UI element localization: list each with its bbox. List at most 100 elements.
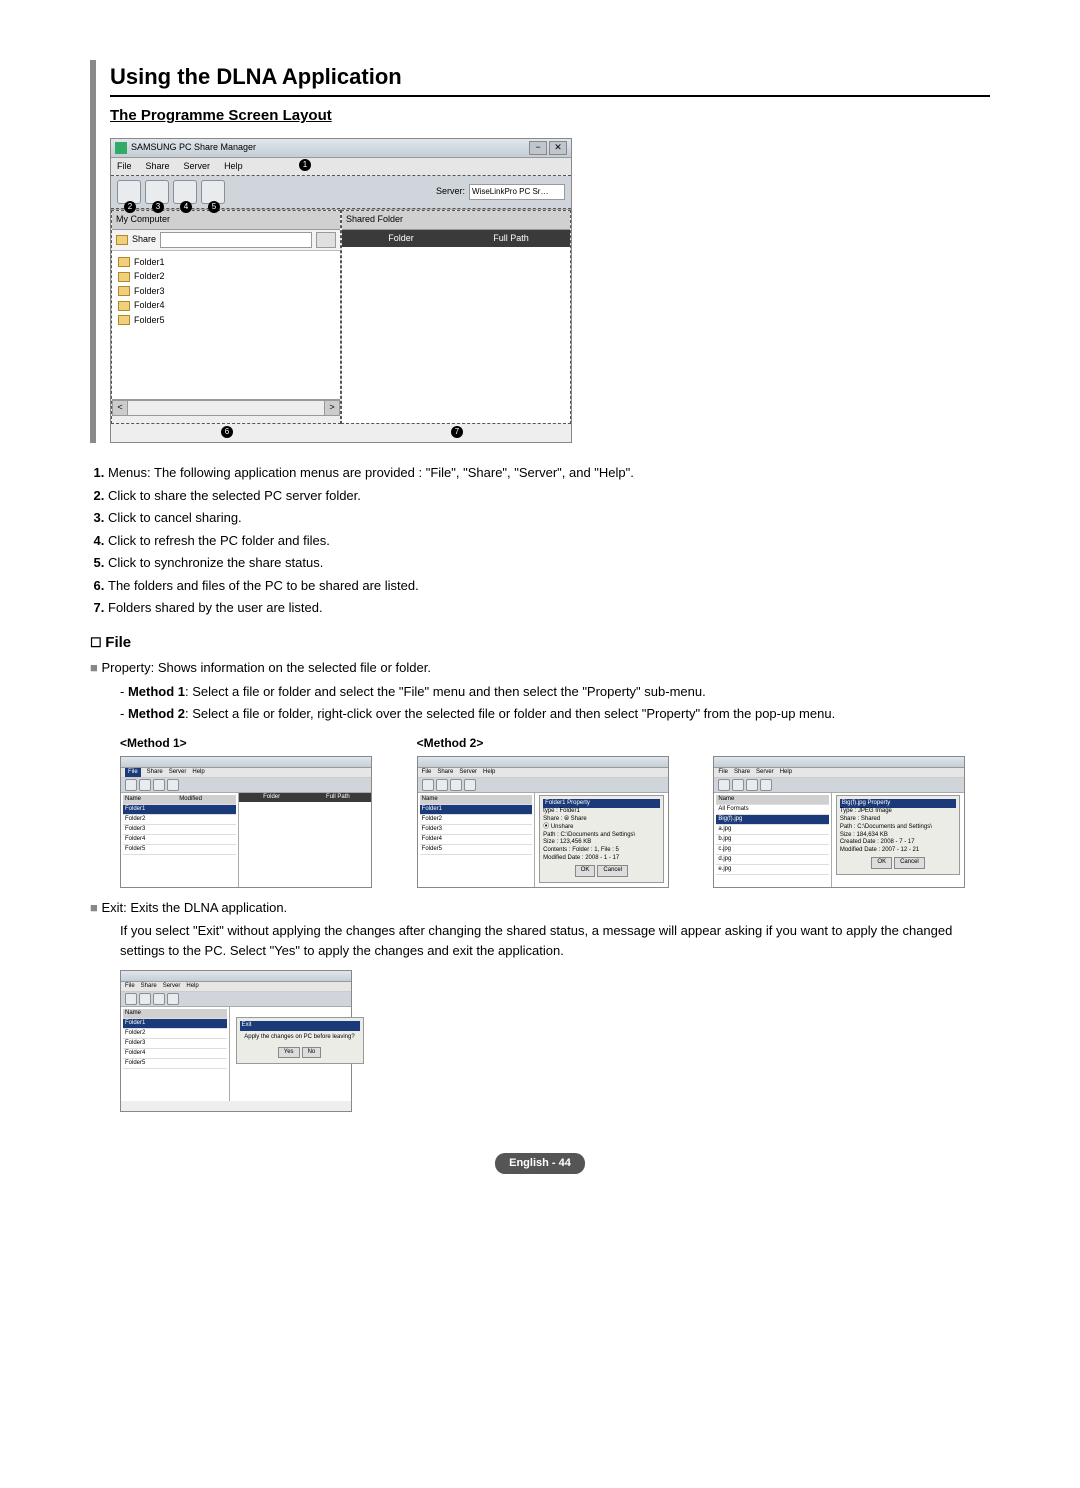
close-button[interactable]: ✕ <box>549 141 567 155</box>
folder-item[interactable]: Folder4 <box>134 299 165 313</box>
mini-file: All Formats <box>716 805 829 815</box>
method2-screenshot: File Share Server Help Name Folder1 Fold… <box>417 756 669 888</box>
mini-menu-item: Share <box>437 768 453 777</box>
mini-menu-item: Share <box>734 768 750 777</box>
app-title: SAMSUNG PC Share Manager <box>131 141 527 155</box>
folder-icon <box>118 286 130 296</box>
folder-item[interactable]: Folder2 <box>134 270 165 284</box>
mini-col-name: Name <box>123 1009 227 1019</box>
mini-folder: Folder5 <box>420 845 533 855</box>
method1-line: Method 1: Select a file or folder and se… <box>120 682 990 702</box>
minimize-button[interactable]: − <box>529 141 547 155</box>
step-text: Click to synchronize the share status. <box>108 555 323 570</box>
mini-col-name: Name <box>125 795 179 804</box>
share-folder-label: Share <box>132 233 156 247</box>
section-heading: The Programme Screen Layout <box>110 105 990 128</box>
mini-menu-item: File <box>718 768 728 777</box>
mini-folder-selected: Folder1 <box>123 805 236 815</box>
mini-col-path: Full Path <box>305 793 371 802</box>
popup-title: Big(f).jpg Property <box>840 799 957 809</box>
toolbar-refresh-icon[interactable]: 4 <box>173 180 197 204</box>
server-dropdown[interactable]: WiseLinkPro PC Sr… <box>469 184 565 200</box>
mini-file-selected: Big(f).jpg <box>716 815 829 825</box>
menu-server[interactable]: Server <box>184 160 211 174</box>
right-pane-header: Shared Folder <box>342 211 570 230</box>
scrollbar-track[interactable] <box>128 400 324 416</box>
folder-tree[interactable]: Folder1 Folder2 Folder3 Folder4 Folder5 <box>112 251 340 400</box>
scroll-left-button[interactable]: < <box>112 400 128 416</box>
col-fullpath: Full Path <box>456 232 566 246</box>
exit-bullet: Exit: Exits the DLNA application. <box>90 898 990 918</box>
yes-button[interactable]: Yes <box>278 1047 300 1059</box>
mini-folder: Folder3 <box>123 825 236 835</box>
mini-menu-item: Server <box>459 768 477 777</box>
mini-folder: Folder4 <box>420 835 533 845</box>
server-label: Server: <box>436 185 465 199</box>
mini-menu-item: Help <box>780 768 792 777</box>
file-heading: File <box>90 632 990 655</box>
toolbar-unshare-icon[interactable]: 3 <box>145 180 169 204</box>
method2-line: Method 2: Select a file or folder, right… <box>120 704 990 724</box>
ok-button[interactable]: OK <box>575 865 596 877</box>
mini-menu-item: Server <box>756 768 774 777</box>
mini-col-folder: Folder <box>239 793 305 802</box>
method1-label: <Method 1> <box>120 734 397 752</box>
up-button[interactable] <box>316 232 336 248</box>
folder-item[interactable]: Folder5 <box>134 314 165 328</box>
toolbar-sync-icon[interactable]: 5 <box>201 180 225 204</box>
callout-7: 7 <box>451 426 463 438</box>
ok-button[interactable]: OK <box>871 857 892 869</box>
mini-folder: Folder4 <box>123 835 236 845</box>
callout-6: 6 <box>221 426 233 438</box>
mini-menu-item: Help <box>186 982 198 991</box>
callout-4: 4 <box>180 201 192 213</box>
step-text: Click to refresh the PC folder and files… <box>108 533 330 548</box>
mini-menu-item: Server <box>163 982 181 991</box>
mini-menu-item: Help <box>483 768 495 777</box>
shared-folder-list[interactable] <box>342 247 570 423</box>
mini-file: e.jpg <box>716 865 829 875</box>
folder-item[interactable]: Folder1 <box>134 256 165 270</box>
mini-menu-item: Help <box>192 768 204 777</box>
callout-legend: Menus: The following application menus a… <box>108 463 990 618</box>
no-button[interactable]: No <box>302 1047 322 1059</box>
popup-body: Type : JPEG Image Share : Shared Path : … <box>840 808 957 855</box>
mini-file: d.jpg <box>716 855 829 865</box>
cancel-button[interactable]: Cancel <box>597 865 628 877</box>
step-text: Click to share the selected PC server fo… <box>108 488 361 503</box>
menu-share[interactable]: Share <box>146 160 170 174</box>
step-text: Menus: The following application menus a… <box>108 465 634 480</box>
page-title: Using the DLNA Application <box>110 60 990 97</box>
folder-item[interactable]: Folder3 <box>134 285 165 299</box>
blank-label <box>713 734 990 752</box>
folder-icon <box>116 235 128 245</box>
property-popup: Folder1 Property type : Folder1 Share : … <box>539 795 664 883</box>
mini-menu-item: Share <box>141 982 157 991</box>
menu-help[interactable]: Help <box>224 160 243 174</box>
mini-folder-selected: Folder1 <box>123 1019 227 1029</box>
path-combo[interactable] <box>160 232 312 248</box>
menu-file[interactable]: File <box>117 160 132 174</box>
cancel-button[interactable]: Cancel <box>894 857 925 869</box>
exit-dialog: Exit Apply the changes on PC before leav… <box>236 1017 364 1064</box>
mini-menu-item: File <box>422 768 432 777</box>
folder-icon <box>118 315 130 325</box>
property-bullet: Property: Shows information on the selec… <box>90 658 990 678</box>
mini-col-name: Name <box>420 795 533 805</box>
mini-file: b.jpg <box>716 835 829 845</box>
mini-file: c.jpg <box>716 845 829 855</box>
folder-icon <box>118 301 130 311</box>
mini-folder: Folder3 <box>420 825 533 835</box>
callout-2: 2 <box>124 201 136 213</box>
mini-menu-file-highlighted: File <box>125 768 141 777</box>
toolbar-share-icon[interactable]: 2 <box>117 180 141 204</box>
mini-folder: Folder2 <box>123 815 236 825</box>
callout-1: 1 <box>299 159 311 171</box>
property-popup: Big(f).jpg Property Type : JPEG Image Sh… <box>836 795 961 875</box>
method1-screenshot: File Share Server Help NameModified Fold… <box>120 756 372 888</box>
page-footer: English - 44 <box>495 1153 585 1174</box>
step-text: Click to cancel sharing. <box>108 510 242 525</box>
mini-folder-selected: Folder1 <box>420 805 533 815</box>
scroll-right-button[interactable]: > <box>324 400 340 416</box>
mini-menu-item: Server <box>169 768 187 777</box>
